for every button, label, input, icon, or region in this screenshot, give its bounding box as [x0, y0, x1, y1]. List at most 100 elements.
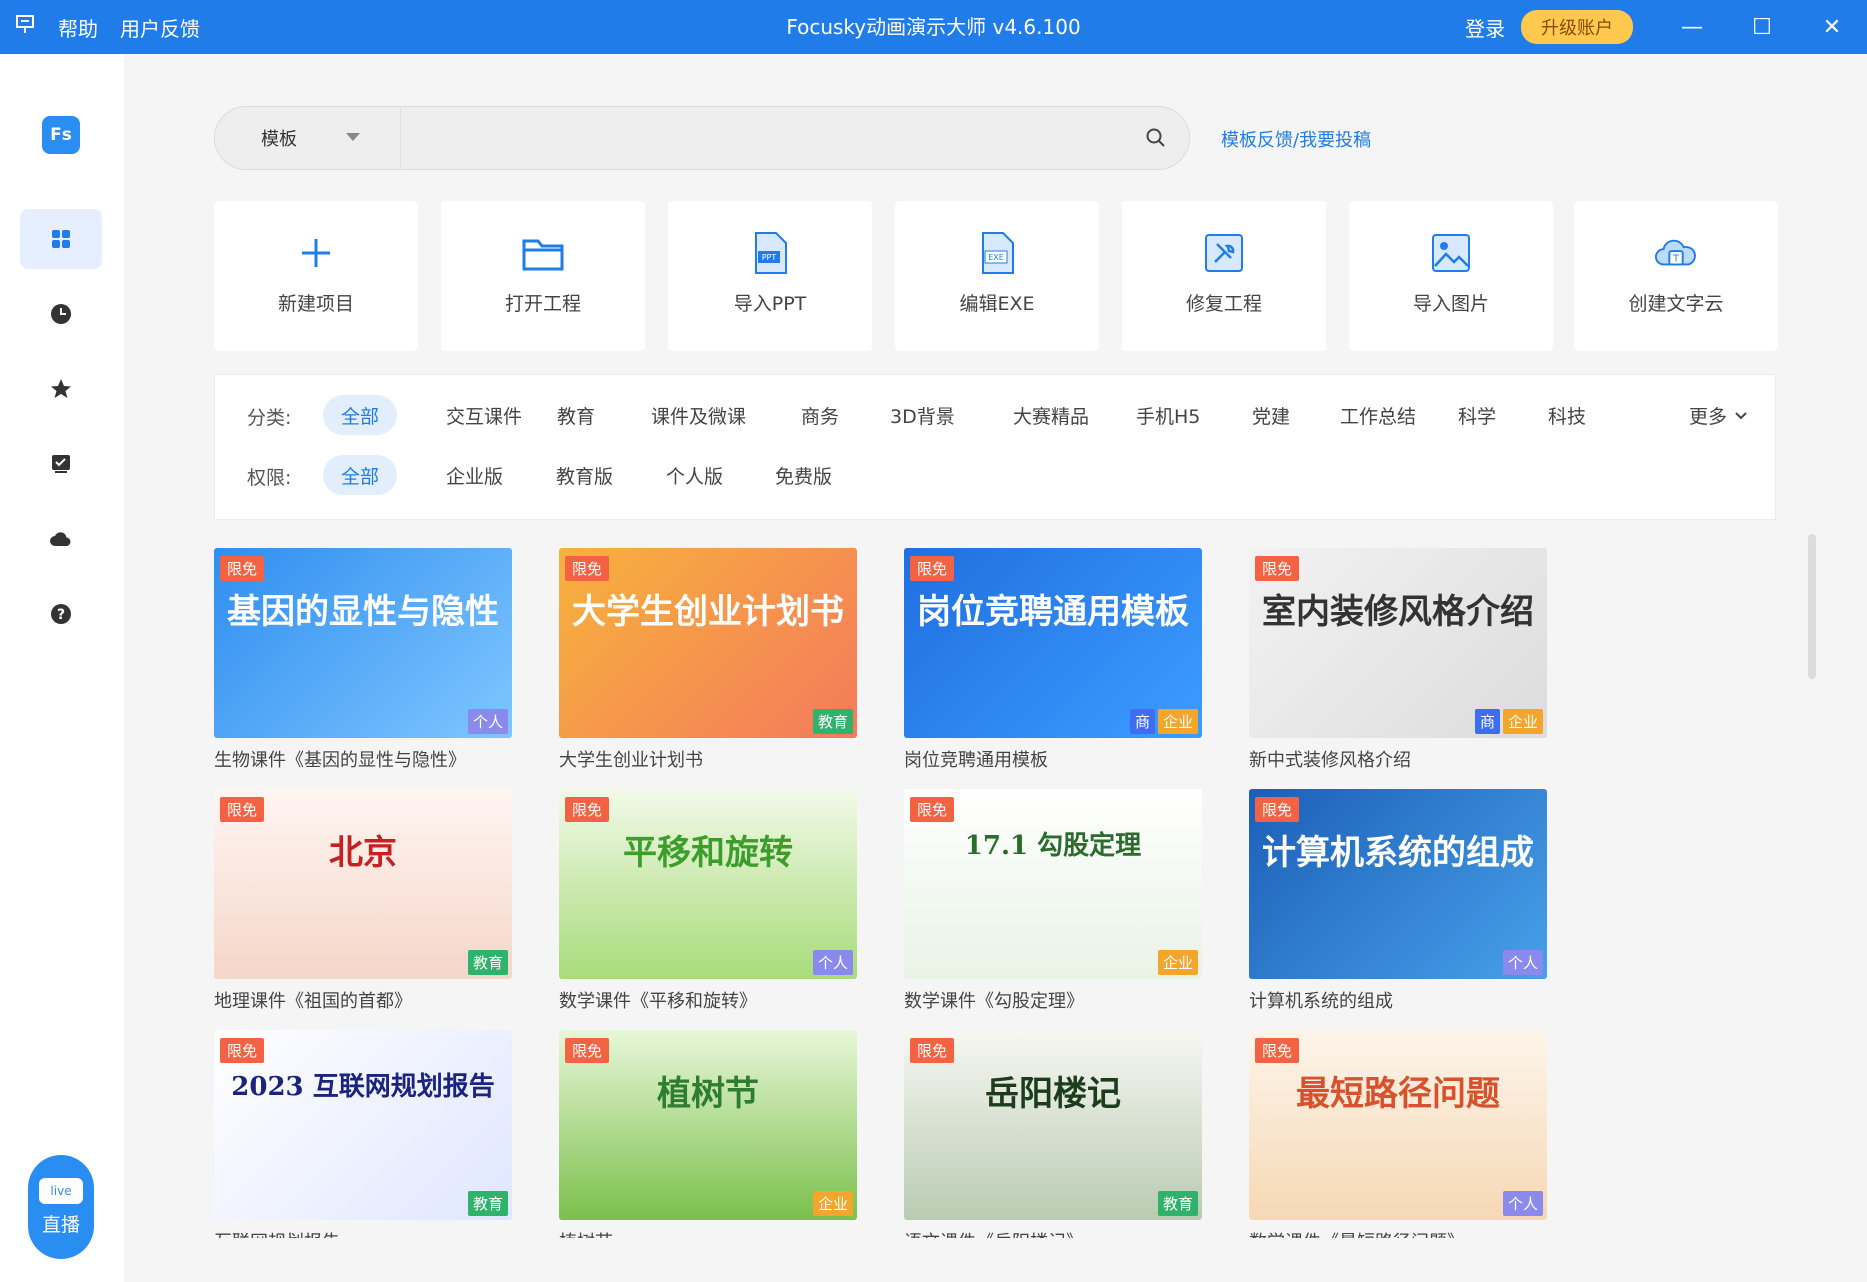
- live-icon: live: [39, 1177, 83, 1204]
- cloud-icon: [50, 532, 71, 546]
- template-title[interactable]: 数学课件《平移和旋转》: [559, 987, 857, 1013]
- repair-icon: [1205, 234, 1243, 272]
- template-thumbnail[interactable]: 岳阳楼记 限免 教育: [904, 1030, 1202, 1220]
- upgrade-account-button[interactable]: 升级账户: [1521, 10, 1633, 44]
- cover-text: 2023 互联网规划报告: [231, 1072, 495, 1102]
- svg-text:PPT: PPT: [762, 253, 777, 262]
- category-education[interactable]: 教育: [539, 395, 613, 435]
- sidebar-item-templates[interactable]: [20, 209, 102, 269]
- template-card[interactable]: 大学生创业计划书 限免 教育大学生创业计划书: [559, 548, 857, 772]
- search-type-select[interactable]: 模板: [215, 107, 401, 169]
- help-menu[interactable]: 帮助: [58, 13, 98, 42]
- sidebar-item-favorites[interactable]: [20, 359, 102, 419]
- import-image-button[interactable]: 导入图片: [1349, 201, 1553, 351]
- category-3d-background[interactable]: 3D背景: [872, 395, 973, 435]
- category-all[interactable]: 全部: [323, 395, 398, 435]
- template-title[interactable]: 互联网规划报告: [214, 1228, 512, 1238]
- help-icon: ?: [51, 604, 71, 624]
- sidebar-item-tasks[interactable]: [20, 434, 102, 494]
- license-badge: 商: [1129, 709, 1155, 734]
- template-thumbnail[interactable]: 计算机系统的组成 限免 个人: [1249, 789, 1547, 979]
- template-card[interactable]: 岳阳楼记 限免教育语文课件《岳阳楼记》: [904, 1030, 1202, 1238]
- sidebar-item-cloud[interactable]: [20, 509, 102, 569]
- cover-text: 室内装修风格介绍: [1262, 592, 1534, 632]
- open-project-label: 打开工程: [504, 293, 581, 315]
- template-thumbnail[interactable]: 大学生创业计划书 限免 教育: [559, 548, 857, 738]
- login-button[interactable]: 登录: [1465, 13, 1505, 42]
- category-interactive-courseware[interactable]: 交互课件: [428, 395, 540, 435]
- template-title[interactable]: 植树节: [559, 1228, 857, 1238]
- category-work-summary[interactable]: 工作总结: [1322, 395, 1434, 435]
- maximize-button[interactable]: ☐: [1727, 0, 1797, 54]
- minimize-button[interactable]: —: [1657, 0, 1727, 54]
- template-thumbnail[interactable]: 17.1 勾股定理 限免 企业: [904, 789, 1202, 979]
- template-card[interactable]: 基因的显性与隐性 限免 个人生物课件《基因的显性与隐性》: [214, 548, 512, 772]
- template-title[interactable]: 生物课件《基因的显性与隐性》: [214, 746, 512, 772]
- app-logo: Fs: [42, 116, 80, 154]
- template-thumbnail[interactable]: 北京 限免 教育: [214, 789, 512, 979]
- scrollbar[interactable]: [1808, 534, 1816, 679]
- template-card[interactable]: 最短路径问题 限免个人数学课件《最短路径问题》: [1249, 1030, 1547, 1238]
- license-badge: 企业: [1157, 950, 1198, 975]
- cover-text: 最短路径问题: [1296, 1074, 1500, 1114]
- template-title[interactable]: 数学课件《勾股定理》: [904, 987, 1202, 1013]
- presentation-icon[interactable]: [14, 13, 36, 41]
- template-feedback-link[interactable]: 模板反馈/我要投稿: [1221, 126, 1371, 152]
- search-icon[interactable]: [1145, 127, 1167, 149]
- category-technology[interactable]: 科技: [1530, 395, 1604, 435]
- permission-education[interactable]: 教育版: [538, 455, 631, 495]
- new-project-button[interactable]: 新建项目: [214, 201, 418, 351]
- template-thumbnail[interactable]: 基因的显性与隐性 限免 个人: [214, 548, 512, 738]
- category-science[interactable]: 科学: [1440, 395, 1514, 435]
- permission-personal[interactable]: 个人版: [648, 455, 741, 495]
- close-button[interactable]: ✕: [1797, 0, 1867, 54]
- template-title[interactable]: 计算机系统的组成: [1249, 987, 1547, 1013]
- template-title[interactable]: 地理课件《祖国的首都》: [214, 987, 512, 1013]
- template-title[interactable]: 语文课件《岳阳楼记》: [904, 1228, 1202, 1238]
- template-card[interactable]: 植树节限免企业植树节: [559, 1030, 857, 1238]
- feedback-menu[interactable]: 用户反馈: [120, 13, 200, 42]
- template-card[interactable]: 2023 互联网规划报告 限免教育互联网规划报告: [214, 1030, 512, 1238]
- more-label: 更多: [1689, 405, 1728, 428]
- category-business[interactable]: 商务: [783, 395, 857, 435]
- grid-icon: [52, 230, 70, 248]
- category-contest[interactable]: 大赛精品: [995, 395, 1107, 435]
- template-thumbnail[interactable]: 植树节 限免 企业: [559, 1030, 857, 1220]
- import-ppt-button[interactable]: PPT 导入PPT: [668, 201, 872, 351]
- template-thumbnail[interactable]: 平移和旋转 限免 个人: [559, 789, 857, 979]
- category-mobile-h5[interactable]: 手机H5: [1118, 395, 1218, 435]
- template-title[interactable]: 新中式装修风格介绍: [1249, 746, 1547, 772]
- template-card[interactable]: 岗位竞聘通用模板 限免商企业岗位竞聘通用模板: [904, 548, 1202, 772]
- template-thumbnail[interactable]: 室内装修风格介绍 限免商企业: [1249, 548, 1547, 738]
- more-categories-button[interactable]: 更多: [1671, 395, 1767, 435]
- template-card[interactable]: 平移和旋转 限免 个人数学课件《平移和旋转》: [559, 789, 857, 1013]
- permission-all[interactable]: 全部: [323, 455, 398, 495]
- sidebar-item-recent[interactable]: [20, 284, 102, 344]
- live-stream-button[interactable]: live 直播: [28, 1155, 94, 1259]
- repair-project-button[interactable]: 修复工程: [1122, 201, 1326, 351]
- open-project-button[interactable]: 打开工程: [441, 201, 645, 351]
- template-card[interactable]: 计算机系统的组成 限免 个人计算机系统的组成: [1249, 789, 1547, 1013]
- category-party-building[interactable]: 党建: [1234, 395, 1308, 435]
- create-word-cloud-button[interactable]: T 创建文字云: [1574, 201, 1778, 351]
- cover-text: 基因的显性与隐性: [227, 592, 499, 632]
- template-title[interactable]: 岗位竞聘通用模板: [904, 746, 1202, 772]
- permission-enterprise[interactable]: 企业版: [428, 455, 521, 495]
- template-thumbnail[interactable]: 2023 互联网规划报告 限免 教育: [214, 1030, 512, 1220]
- template-card[interactable]: 室内装修风格介绍 限免商企业新中式装修风格介绍: [1249, 548, 1547, 772]
- template-card[interactable]: 17.1 勾股定理 限免 企业数学课件《勾股定理》: [904, 789, 1202, 1013]
- sidebar-item-help[interactable]: ?: [20, 584, 102, 644]
- permission-free[interactable]: 免费版: [757, 455, 850, 495]
- license-badge: 企业: [812, 1191, 853, 1216]
- template-thumbnail[interactable]: 岗位竞聘通用模板 限免商企业: [904, 548, 1202, 738]
- template-card[interactable]: 北京 限免 教育地理课件《祖国的首都》: [214, 789, 512, 1013]
- license-badge: 个人: [467, 709, 508, 734]
- category-micro-lesson[interactable]: 课件及微课: [633, 395, 764, 435]
- template-title[interactable]: 数学课件《最短路径问题》: [1249, 1228, 1547, 1238]
- permission-label: 权限:: [247, 467, 292, 489]
- edit-exe-button[interactable]: EXE 编辑EXE: [895, 201, 1099, 351]
- template-thumbnail[interactable]: 最短路径问题 限免 个人: [1249, 1030, 1547, 1220]
- template-title[interactable]: 大学生创业计划书: [559, 746, 857, 772]
- search-input[interactable]: [405, 115, 1125, 161]
- checkbox-icon: [52, 455, 70, 473]
